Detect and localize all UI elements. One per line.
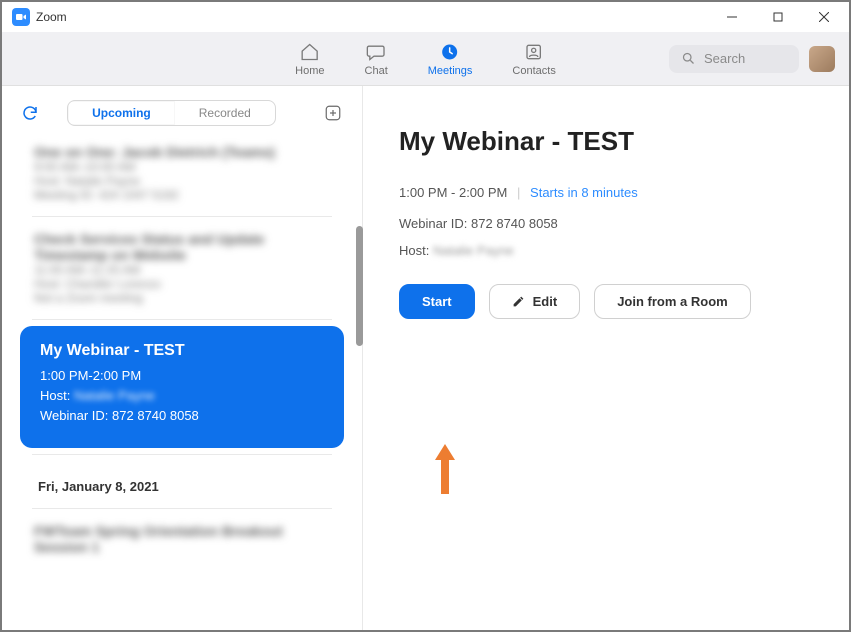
meeting-host-value: Natalie Payne — [74, 388, 155, 403]
refresh-icon — [21, 104, 39, 122]
nav-meetings[interactable]: Meetings — [428, 41, 473, 77]
sidebar: Upcoming Recorded One on One: Jacob Diet… — [2, 86, 363, 630]
scrollbar-thumb[interactable] — [356, 226, 363, 346]
add-meeting-button[interactable] — [322, 102, 344, 124]
window-titlebar: Zoom — [2, 2, 849, 32]
home-icon — [299, 41, 321, 63]
meeting-list[interactable]: One on One: Jacob Dietrich (Teams) 9:00 … — [2, 136, 362, 630]
meeting-id-label: Webinar ID: — [40, 408, 108, 423]
list-item[interactable]: Check Services Status and Update Timesta… — [10, 223, 354, 313]
edit-button[interactable]: Edit — [489, 284, 581, 319]
detail-host-label: Host: — [399, 243, 429, 258]
pencil-icon — [512, 295, 525, 308]
separator: | — [517, 185, 520, 200]
upcoming-recorded-tabs: Upcoming Recorded — [67, 100, 276, 126]
detail-starts-in: Starts in 8 minutes — [530, 185, 638, 200]
refresh-button[interactable] — [20, 103, 40, 123]
detail-webinar-id: 872 8740 8058 — [471, 216, 558, 231]
main-navbar: Home Chat Meetings Contacts — [2, 32, 849, 86]
detail-webinar-id-label: Webinar ID: — [399, 216, 467, 231]
window-minimize-button[interactable] — [709, 2, 755, 32]
nav-contacts[interactable]: Contacts — [512, 41, 555, 77]
list-item[interactable]: FWTeam Spring Orientation Breakout Sessi… — [10, 515, 354, 563]
search-icon — [681, 51, 696, 66]
chat-icon — [365, 41, 387, 63]
user-avatar[interactable] — [809, 46, 835, 72]
tab-upcoming[interactable]: Upcoming — [68, 101, 175, 125]
meeting-id-value: 872 8740 8058 — [112, 408, 199, 423]
nav-contacts-label: Contacts — [512, 65, 555, 77]
nav-meetings-label: Meetings — [428, 65, 473, 77]
meeting-card-selected[interactable]: My Webinar - TEST 1:00 PM-2:00 PM Host: … — [20, 326, 344, 448]
date-heading: Fri, January 8, 2021 — [10, 461, 354, 502]
meeting-time: 1:00 PM-2:00 PM — [40, 368, 324, 383]
nav-chat[interactable]: Chat — [365, 41, 388, 77]
window-close-button[interactable] — [801, 2, 847, 32]
detail-time-range: 1:00 PM - 2:00 PM — [399, 185, 507, 200]
meeting-host-label: Host: — [40, 388, 70, 403]
clock-icon — [439, 41, 461, 63]
contacts-icon — [523, 41, 545, 63]
zoom-app-icon — [12, 8, 30, 26]
edit-button-label: Edit — [533, 294, 558, 309]
meeting-title: My Webinar - TEST — [40, 342, 324, 360]
list-item[interactable]: One on One: Jacob Dietrich (Teams) 9:00 … — [10, 136, 354, 210]
start-button[interactable]: Start — [399, 284, 475, 319]
search-placeholder: Search — [704, 51, 745, 66]
detail-title: My Webinar - TEST — [399, 126, 813, 157]
tab-recorded[interactable]: Recorded — [175, 101, 275, 125]
window-title: Zoom — [36, 10, 67, 24]
nav-chat-label: Chat — [365, 65, 388, 77]
search-input[interactable]: Search — [669, 45, 799, 73]
plus-icon — [324, 104, 342, 122]
join-from-room-button[interactable]: Join from a Room — [594, 284, 751, 319]
detail-host-value: Natalie Payne — [433, 243, 514, 258]
nav-home[interactable]: Home — [295, 41, 324, 77]
meeting-detail-panel: My Webinar - TEST 1:00 PM - 2:00 PM | St… — [363, 86, 849, 630]
nav-home-label: Home — [295, 65, 324, 77]
window-maximize-button[interactable] — [755, 2, 801, 32]
